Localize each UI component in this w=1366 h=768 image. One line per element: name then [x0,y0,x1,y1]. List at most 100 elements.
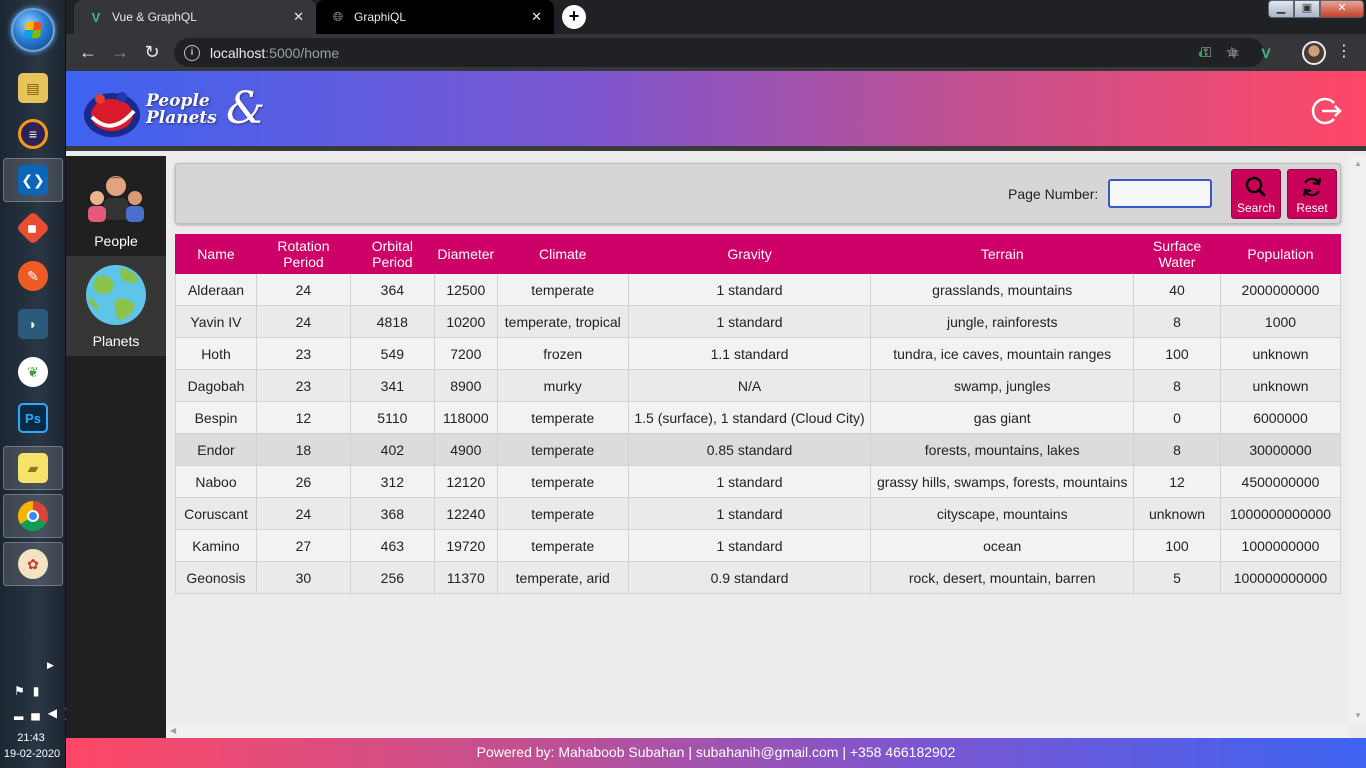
taskbar-chrome[interactable] [3,494,63,538]
show-hidden-icons-arrow[interactable]: ▶ [47,660,54,671]
table-cell: 549 [349,337,435,370]
search-icon [1245,176,1267,198]
column-header[interactable]: Terrain [870,234,1135,274]
taskbar-mongodb[interactable]: ❦ [3,350,63,394]
logout-icon[interactable] [1310,95,1342,127]
table-cell: 0 [1133,401,1221,434]
table-cell: tundra, ice caves, mountain ranges [870,337,1135,370]
search-panel: Page Number: Search Reset [175,163,1341,224]
taskbar-explorer[interactable]: ▤ [3,66,63,110]
taskbar-photoshop[interactable]: Ps [3,396,63,440]
menu-kebab-icon[interactable]: ⋮ [1336,41,1352,61]
new-tab-button[interactable]: + [562,5,586,29]
taskbar-sticky-notes[interactable]: ▰ [3,446,63,490]
taskbar-mysql[interactable]: ◗ [3,302,63,346]
column-header[interactable]: Orbital Period [349,234,435,274]
table-row[interactable]: Alderaan 24 364 12500 temperate 1 standard gra… [175,273,1342,306]
start-button[interactable] [11,8,55,52]
table-cell: 12 [255,401,351,434]
taskbar-vscode[interactable]: ❮❯ [3,158,63,202]
table-cell: 24 [255,273,351,306]
table-cell: 368 [349,497,435,530]
extension-drive-icon[interactable]: ◐ [1192,43,1212,63]
taskbar-postman[interactable]: ✎ [3,254,63,298]
back-icon[interactable]: ← [76,41,100,65]
tab-title: Vue & GraphQL [112,10,197,24]
address-bar[interactable]: i localhost:5000/home ⚿☆ [174,38,1264,67]
table-cell: temperate [496,433,629,466]
table-cell: 1 standard [627,497,872,530]
sidebar-item-people[interactable]: People [66,156,166,256]
site-info-icon[interactable]: i [184,44,200,61]
url-path: :5000/home [265,44,340,61]
table-row[interactable]: Dagobah 23 341 8900 murky N/A swamp, jungles 8 u… [175,369,1342,402]
clock-date[interactable]: 19-02-2020 [0,748,64,760]
close-tab-icon[interactable]: ✕ [293,9,304,25]
close-window-button[interactable]: ✕ [1320,0,1364,18]
table-cell: 19720 [433,529,498,562]
profile-avatar[interactable] [1302,41,1326,65]
table-cell: Geonosis [175,561,257,594]
table-row[interactable]: Kamino 27 463 19720 temperate 1 standard ocean… [175,529,1342,562]
table-cell: 0.9 standard [627,561,872,594]
table-cell: 12120 [433,465,498,498]
app-footer: Powered by: Mahaboob Subahan | subahanih… [66,738,1366,768]
table-cell: temperate, tropical [496,305,629,338]
tab-graphiql[interactable]: 🌐︎ GraphiQL ✕ [316,0,554,34]
sidebar-item-label: Planets [92,333,140,349]
column-header[interactable]: Name [175,234,257,274]
close-tab-icon[interactable]: ✕ [531,9,542,25]
table-cell: 6000000 [1219,401,1342,434]
clock-time[interactable]: 21:43 [0,732,62,744]
scroll-down-arrow-icon[interactable]: ▼ [1354,711,1362,720]
logo-line2: Planets [146,108,217,128]
table-cell: temperate [496,529,629,562]
vscode-icon: ❮❯ [18,165,48,195]
table-cell: jungle, rainforests [870,305,1135,338]
windows-taskbar: ▤ ≡ ❮❯ ◆ ✎ ◗ ❦ Ps ▰ ✿ ▶ ⚑▮ ▂▄◀) 21:43 19… [0,0,69,768]
page-number-input[interactable] [1108,179,1212,208]
postman-icon: ✎ [18,261,48,291]
page-viewport: People Planets & People Planets Page Num… [66,71,1366,768]
scroll-up-arrow-icon[interactable]: ▲ [1354,159,1362,168]
tab-vue-graphql[interactable]: V Vue & GraphQL ✕ [74,0,316,34]
maximize-button[interactable]: ▣ [1294,0,1320,18]
taskbar-eclipse[interactable]: ≡ [3,112,63,156]
table-cell: temperate [496,497,629,530]
reset-button-label: Reset [1296,201,1328,215]
column-header[interactable]: Surface Water [1133,234,1221,274]
sidebar-item-planets[interactable]: Planets [66,256,166,356]
minimize-button[interactable]: ▁ [1268,0,1294,18]
table-row[interactable]: Endor 18 402 4900 temperate 0.85 standard fore… [175,433,1342,466]
taskbar-git[interactable]: ◆ [3,206,63,250]
taskbar-paint[interactable]: ✿ [3,542,63,586]
table-row[interactable]: Bespin 12 5110 118000 temperate 1.5 (surface)… [175,401,1342,434]
reset-button[interactable]: Reset [1287,169,1337,219]
column-header[interactable]: Diameter [433,234,498,274]
column-header[interactable]: Gravity [627,234,872,274]
system-tray: ▶ ⚑▮ ▂▄◀) 21:43 19-02-2020 [0,648,69,768]
forward-icon[interactable]: → [108,41,132,65]
vue-devtools-icon[interactable]: V [1256,43,1276,63]
window-controls: ▁ ▣ ✕ [1268,0,1364,18]
reload-icon[interactable]: ↻ [140,41,164,65]
column-header[interactable]: Rotation Period [255,234,351,274]
search-button[interactable]: Search [1231,169,1281,219]
table-row[interactable]: Hoth 23 549 7200 frozen 1.1 standard tundra, i… [175,337,1342,370]
action-center-icon[interactable]: ⚑▮ [14,684,47,698]
table-row[interactable]: Naboo 26 312 12120 temperate 1 standard grassy… [175,465,1342,498]
vertical-scrollbar[interactable]: ▲ ▼ [1349,156,1366,723]
table-cell: rock, desert, mountain, barren [870,561,1135,594]
table-row[interactable]: Yavin IV 24 4818 10200 temperate, tropical 1 … [175,305,1342,338]
column-header[interactable]: Population [1219,234,1342,274]
table-row[interactable]: Geonosis 30 256 11370 temperate, arid 0.9 sta… [175,561,1342,594]
horizontal-scrollbar[interactable]: ◀ [166,723,1349,738]
logo-text: People Planets [146,93,217,127]
table-cell: 23 [255,337,351,370]
table-cell: 1000000000000 [1219,497,1342,530]
column-header[interactable]: Climate [496,234,629,274]
react-devtools-icon[interactable]: ⚛ [1224,43,1244,63]
scroll-left-arrow-icon[interactable]: ◀ [170,726,176,735]
table-row[interactable]: Coruscant 24 368 12240 temperate 1 standard ci… [175,497,1342,530]
app-logo[interactable]: People Planets & [82,83,272,141]
